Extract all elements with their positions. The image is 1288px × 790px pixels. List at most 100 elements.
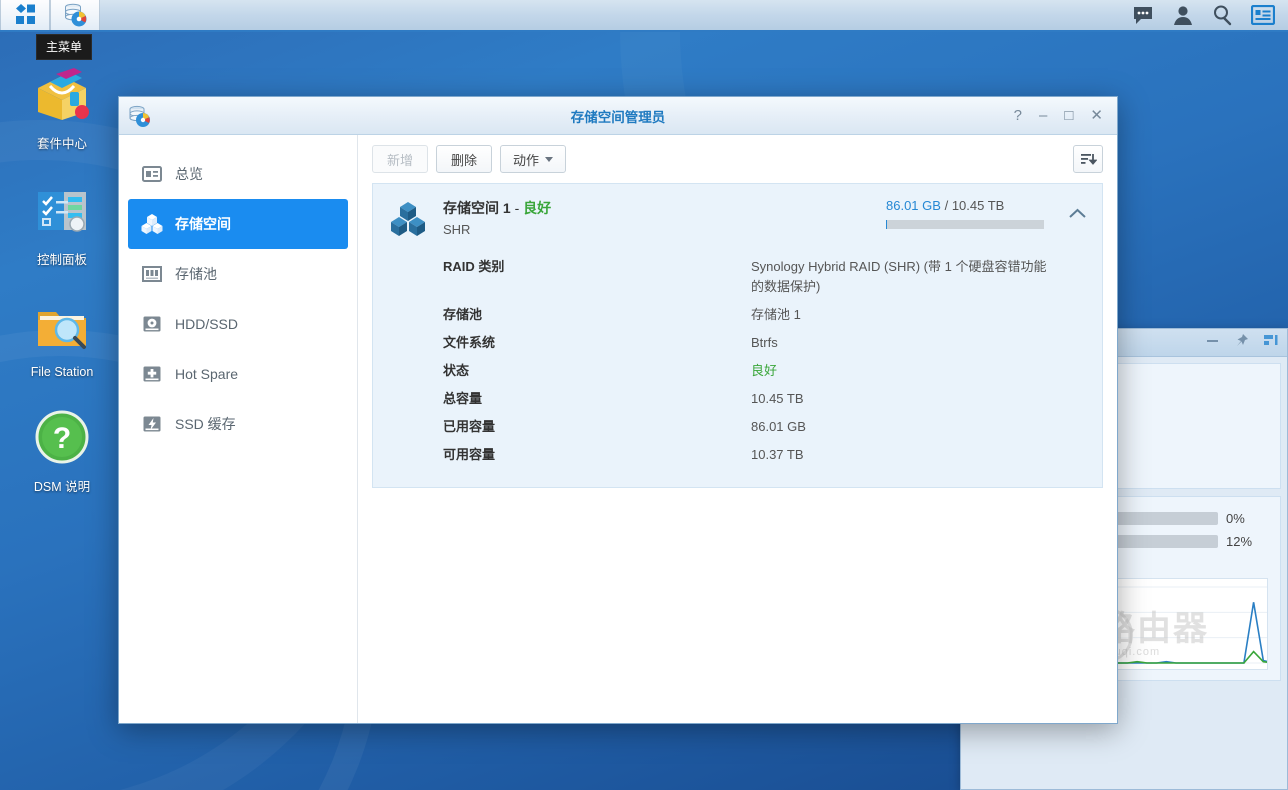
chevron-down-icon (545, 157, 553, 162)
desktop-icon-label: DSM 说明 (34, 476, 90, 495)
maximize-icon[interactable]: □ (1064, 108, 1073, 123)
create-button[interactable]: 新增 (372, 145, 428, 173)
capacity-bar (886, 220, 1044, 229)
volume-name: 存储空间 1 (443, 200, 511, 216)
user-icon[interactable] (1164, 0, 1202, 31)
sidebar-item-label: 总览 (175, 164, 203, 184)
taskbar (0, 0, 1288, 32)
hot-spare-icon (141, 363, 163, 385)
ram-usage-value: 12% (1226, 534, 1268, 549)
detail-value: 存储池 1 (751, 305, 801, 325)
desktop-icon-label: 套件中心 (37, 133, 87, 152)
sidebar-item-hot-spare[interactable]: Hot Spare (128, 349, 348, 399)
action-button-label: 动作 (513, 150, 539, 169)
volume-icon (141, 213, 163, 235)
sidebar-item-hdd-ssd[interactable]: HDD/SSD (128, 299, 348, 349)
window-body: 总览 存储空间 (119, 135, 1117, 723)
desktop-icon-package-center[interactable]: 套件中心 (0, 62, 124, 152)
widgets-icon[interactable] (1244, 0, 1282, 31)
action-menu-button[interactable]: 动作 (500, 145, 566, 173)
detail-row: 状态良好 (443, 357, 1086, 385)
notifications-icon[interactable] (1124, 0, 1162, 31)
detail-value: 10.45 TB (751, 389, 804, 409)
sidebar-item-label: HDD/SSD (175, 316, 238, 332)
sidebar-item-overview[interactable]: 总览 (128, 149, 348, 199)
detail-key: 可用容量 (443, 445, 751, 465)
volume-cubes-icon (389, 198, 429, 469)
desktop-icon-file-station[interactable]: File Station (0, 294, 124, 379)
detail-key: 存储池 (443, 305, 751, 325)
disk-icon (141, 313, 163, 335)
detail-value: Btrfs (751, 333, 778, 353)
sidebar-item-ssd-cache[interactable]: SSD 缓存 (128, 399, 348, 449)
detail-row: 可用容量10.37 TB (443, 441, 1086, 469)
widget-layout-icon[interactable] (1263, 333, 1279, 353)
taskbar-storage-manager-button[interactable] (50, 0, 100, 30)
desktop-icon-control-panel[interactable]: 控制面板 (0, 178, 124, 268)
volume-title-block: 存储空间 1 - 良好 SHR (443, 198, 551, 237)
detail-key: 文件系统 (443, 333, 751, 353)
detail-value: 良好 (751, 361, 777, 381)
content-area: 新增 删除 动作 (358, 135, 1117, 723)
window-controls: ? – □ ✕ (1014, 108, 1117, 123)
storage-manager-window: 存储空间管理员 ? – □ ✕ 总览 (118, 96, 1118, 724)
detail-row: 文件系统Btrfs (443, 329, 1086, 357)
sidebar-item-storage-pool[interactable]: 存储池 (128, 249, 348, 299)
detail-key: 状态 (443, 361, 751, 381)
help-icon[interactable]: ? (1014, 108, 1022, 123)
capacity-block: 86.01 GB / 10.45 TB (886, 198, 1086, 229)
pin-icon[interactable] (1234, 333, 1249, 353)
detail-value: 86.01 GB (751, 417, 806, 437)
control-panel-icon (30, 178, 94, 242)
sort-descending-icon[interactable] (1073, 145, 1103, 173)
volume-card[interactable]: 存储空间 1 - 良好 SHR 86.01 GB / 10. (372, 183, 1103, 488)
window-titlebar[interactable]: 存储空间管理员 ? – □ ✕ (119, 97, 1117, 135)
desktop-icon-label: 控制面板 (37, 249, 87, 268)
detail-key: 已用容量 (443, 417, 751, 437)
sidebar-item-label: 存储空间 (175, 214, 231, 234)
volume-list: 存储空间 1 - 良好 SHR 86.01 GB / 10. (358, 183, 1117, 723)
desktop-icon-label: File Station (31, 365, 94, 379)
ssd-cache-icon (141, 413, 163, 435)
desktop-icon-list: 套件中心 控制面板 (0, 62, 124, 521)
overview-icon (141, 163, 163, 185)
create-button-label: 新增 (387, 150, 413, 169)
capacity-separator: / (945, 198, 949, 213)
detail-row: 总容量10.45 TB (443, 385, 1086, 413)
taskbar-main-menu-button[interactable] (0, 0, 50, 30)
detail-row: 存储池存储池 1 (443, 301, 1086, 329)
detail-row: RAID 类别Synology Hybrid RAID (SHR) (带 1 个… (443, 253, 1086, 301)
main-menu-tooltip: 主菜单 (36, 34, 92, 60)
sidebar-item-label: SSD 缓存 (175, 414, 236, 434)
sidebar-item-label: 存储池 (175, 264, 217, 284)
widget-minimize-icon[interactable] (1205, 333, 1220, 353)
volume-status-badge: 良好 (523, 200, 551, 216)
detail-row: 已用容量86.01 GB (443, 413, 1086, 441)
minimize-icon[interactable]: – (1039, 108, 1047, 123)
dsm-help-icon: ? (30, 405, 94, 469)
volume-main: 存储空间 1 - 良好 SHR 86.01 GB / 10. (443, 198, 1086, 469)
taskbar-tray (1124, 0, 1288, 30)
cpu-usage-value: 0% (1226, 511, 1268, 526)
toolbar: 新增 删除 动作 (358, 135, 1117, 183)
storage-pool-icon (141, 263, 163, 285)
sidebar-item-volume[interactable]: 存储空间 (128, 199, 348, 249)
delete-button-label: 删除 (451, 150, 477, 169)
volume-header: 存储空间 1 - 良好 SHR 86.01 GB / 10. (443, 198, 1086, 237)
capacity-text: 86.01 GB / 10.45 TB (886, 198, 1044, 213)
capacity-used: 86.01 GB (886, 198, 941, 213)
close-icon[interactable]: ✕ (1090, 108, 1103, 123)
volume-raid-subtitle: SHR (443, 222, 551, 237)
taskbar-spacer (100, 0, 1124, 30)
detail-value: 10.37 TB (751, 445, 804, 465)
desktop-icon-dsm-help[interactable]: ? DSM 说明 (0, 405, 124, 495)
delete-button[interactable]: 删除 (436, 145, 492, 173)
detail-value: Synology Hybrid RAID (SHR) (带 1 个硬盘容错功能的… (751, 257, 1051, 297)
detail-key: RAID 类别 (443, 257, 751, 297)
search-icon[interactable] (1204, 0, 1242, 31)
window-title: 存储空间管理员 (119, 106, 1117, 126)
sidebar: 总览 存储空间 (119, 135, 358, 723)
chevron-up-icon[interactable] (1069, 206, 1086, 223)
volume-details-table: RAID 类别Synology Hybrid RAID (SHR) (带 1 个… (443, 253, 1086, 469)
file-station-icon (30, 294, 94, 358)
